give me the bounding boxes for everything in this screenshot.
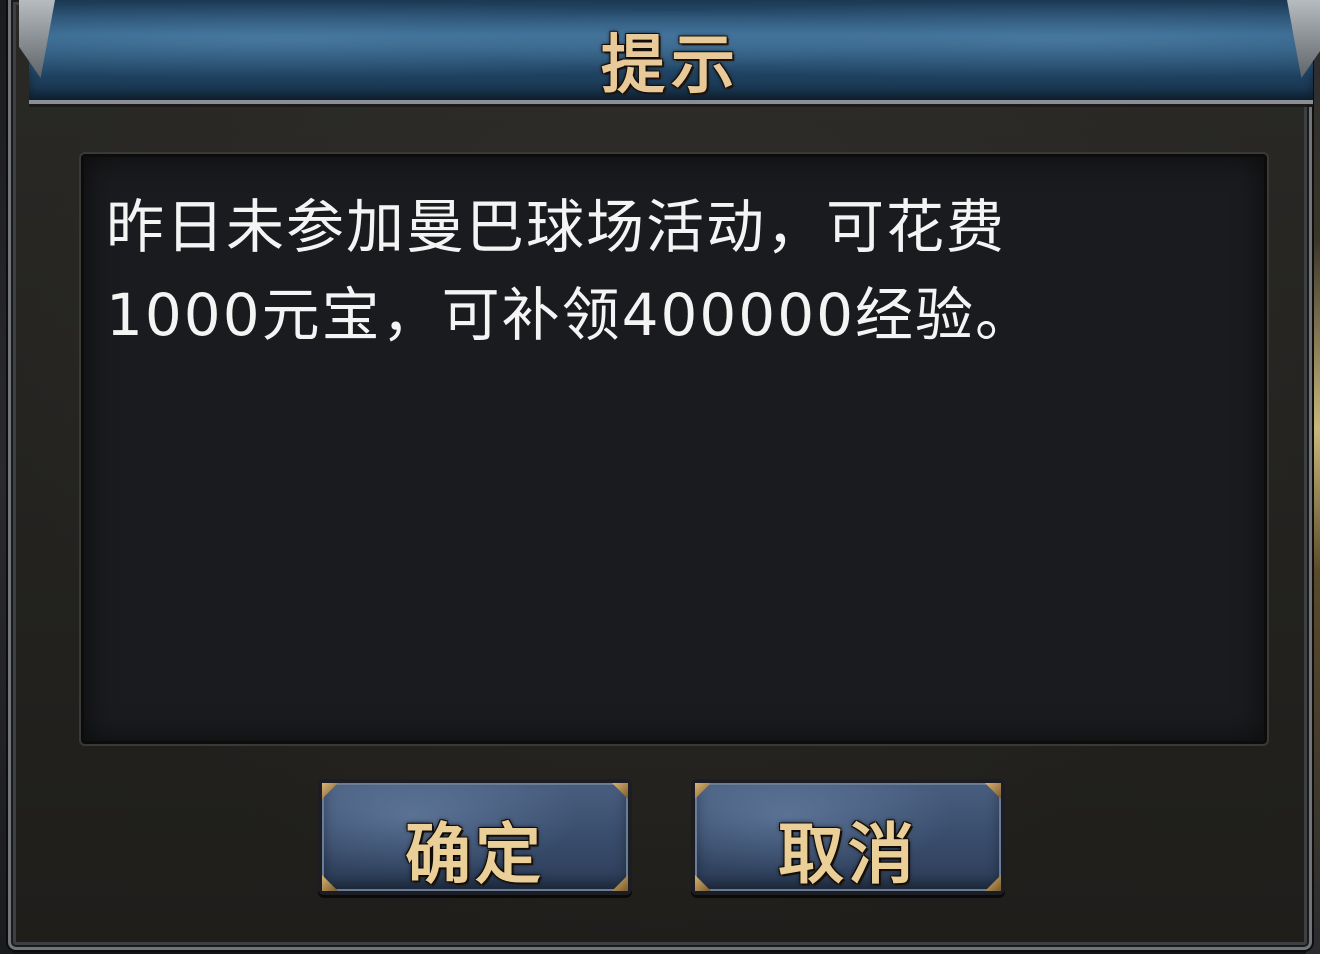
confirm-button[interactable]: 确定 [318,779,632,895]
corner-ornament-icon [322,783,338,799]
cancel-button[interactable]: 取消 [691,779,1005,895]
corner-ornament-icon [612,783,628,799]
corner-ornament-icon [985,783,1001,799]
dialog-title: 提示 [601,28,741,103]
message-text: 昨日未参加曼巴球场活动，可花费 1000元宝，可补领400000经验。 [106,193,1036,349]
corner-ornament-icon [695,783,711,799]
dialog-title-bar: 提示 [29,0,1313,104]
prompt-dialog: 提示 昨日未参加曼巴球场活动，可花费 1000元宝，可补领400000经验。 [8,0,1313,950]
cancel-button-label: 取消 [778,815,918,893]
message-panel: 昨日未参加曼巴球场活动，可花费 1000元宝，可补领400000经验。 [81,154,1267,744]
confirm-button-label: 确定 [405,815,545,893]
